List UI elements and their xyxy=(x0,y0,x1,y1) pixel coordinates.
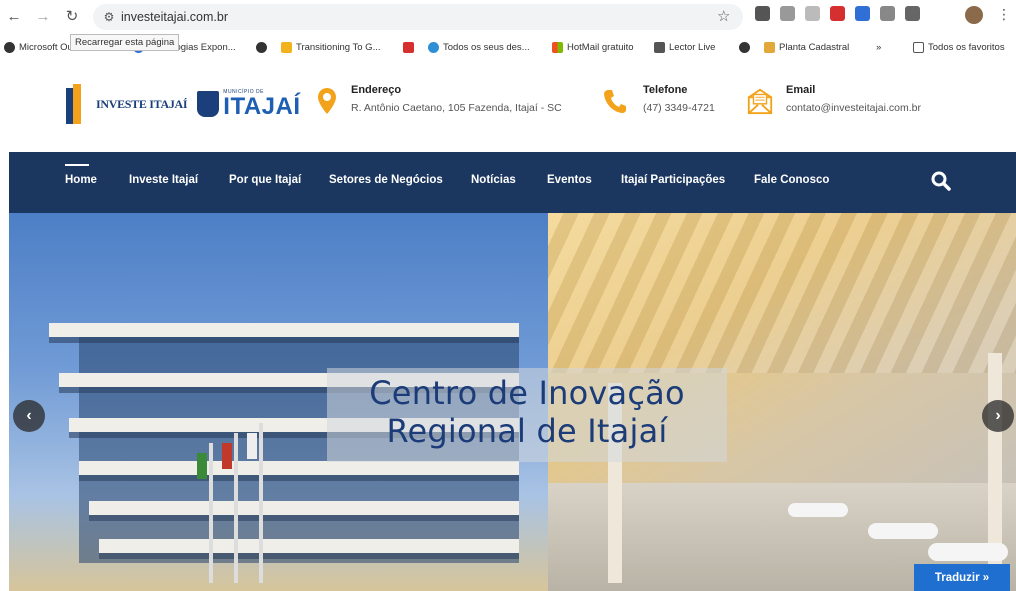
envelope-icon xyxy=(746,84,774,118)
puzzle-icon[interactable] xyxy=(905,6,920,21)
bookmark-item[interactable]: Todos os seus des... xyxy=(428,42,530,53)
phone-title: Telefone xyxy=(643,84,688,96)
nav-noticias[interactable]: Notícias xyxy=(471,174,516,186)
slider-next-button[interactable]: › xyxy=(982,400,1014,432)
bookmark-item[interactable]: Transitioning To G... xyxy=(281,42,380,53)
extension-icon[interactable] xyxy=(755,6,770,21)
nav-por-que-itajai[interactable]: Por que Itajaí xyxy=(229,174,301,186)
bookmark-label: Todos os favoritos xyxy=(928,42,1005,53)
address-value: R. Antônio Caetano, 105 Fazenda, Itajaí … xyxy=(351,102,562,114)
bookmark-label: Todos os seus des... xyxy=(443,42,530,53)
globe-icon xyxy=(739,42,750,53)
main-navigation: Home Investe Itajaí Por que Itajaí Setor… xyxy=(9,152,1016,213)
back-icon[interactable]: ← xyxy=(3,5,25,27)
extension-icon[interactable] xyxy=(855,6,870,21)
bookmark-item[interactable]: Planta Cadastral xyxy=(764,42,849,53)
app-icon xyxy=(764,42,775,53)
kebab-menu-icon[interactable]: ⋮ xyxy=(997,6,1011,23)
site-info-icon[interactable]: ⚙ xyxy=(101,9,117,25)
map-pin-icon xyxy=(313,84,341,118)
extension-icon[interactable] xyxy=(880,6,895,21)
city-crest-icon xyxy=(197,91,220,117)
site-header: INVESTE ITAJAÍ MUNICÍPIO DE ITAJAÍ Ender… xyxy=(0,64,1016,152)
logo-mark-icon xyxy=(66,84,82,124)
active-indicator xyxy=(65,164,89,166)
bookmark-label: HotMail gratuito xyxy=(567,42,634,53)
address-info: Endereço R. Antônio Caetano, 105 Fazenda… xyxy=(313,84,562,118)
globe-icon xyxy=(4,42,15,53)
globe-icon xyxy=(428,42,439,53)
reload-icon[interactable]: ↻ xyxy=(61,5,83,27)
hero-caption-line2: Regional de Itajaí xyxy=(386,412,668,450)
more-bookmarks-label: » xyxy=(876,42,882,53)
forward-icon[interactable]: → xyxy=(32,5,54,27)
app-icon xyxy=(654,42,665,53)
site-logo[interactable]: INVESTE ITAJAÍ MUNICÍPIO DE ITAJAÍ xyxy=(66,84,301,124)
extension-icon[interactable] xyxy=(780,6,795,21)
bookmark-item[interactable]: HotMail gratuito xyxy=(552,42,634,53)
extension-icon[interactable] xyxy=(805,6,820,21)
nav-investe-itajai[interactable]: Investe Itajaí xyxy=(129,174,198,186)
address-bar[interactable]: ⚙ investeitajai.com.br ☆ xyxy=(93,4,743,30)
browser-toolbar: ← → ↻ ⚙ investeitajai.com.br ☆ ⋮ xyxy=(0,0,1016,32)
nav-home[interactable]: Home xyxy=(65,174,97,186)
hero-caption: Centro de Inovação Regional de Itajaí xyxy=(327,368,727,462)
hero-caption-line1: Centro de Inovação xyxy=(369,374,685,412)
all-favorites-folder[interactable]: Todos os favoritos xyxy=(913,42,1005,53)
chevron-right-icon: › xyxy=(995,407,1001,424)
more-bookmarks-button[interactable]: » xyxy=(876,42,881,53)
nav-fale-conosco[interactable]: Fale Conosco xyxy=(754,174,829,186)
nav-setores-de-negocios[interactable]: Setores de Negócios xyxy=(329,174,443,186)
url-text[interactable]: investeitajai.com.br xyxy=(121,10,228,24)
city-name: ITAJAÍ xyxy=(223,93,301,120)
phone-info: Telefone (47) 3349-4721 xyxy=(601,84,715,118)
search-icon[interactable] xyxy=(930,170,952,192)
bookmark-item[interactable]: Lector Live xyxy=(654,42,715,53)
microsoft-icon xyxy=(552,42,563,53)
bookmark-item[interactable] xyxy=(256,42,271,53)
extensions-area xyxy=(755,6,920,21)
folder-icon xyxy=(913,42,924,53)
chevron-left-icon: ‹ xyxy=(26,407,32,424)
profile-avatar[interactable] xyxy=(965,6,983,24)
slider-prev-button[interactable]: ‹ xyxy=(13,400,45,432)
extension-icon[interactable] xyxy=(830,6,845,21)
hero-slider: Centro de Inovação Regional de Itajaí ‹ … xyxy=(9,213,1016,591)
bookmark-item[interactable] xyxy=(403,42,418,53)
reload-tooltip: Recarregar esta página xyxy=(70,34,180,51)
bookmark-item[interactable] xyxy=(739,42,754,53)
translate-button[interactable]: Traduzir » xyxy=(914,564,1010,591)
bookmark-label: Planta Cadastral xyxy=(779,42,850,53)
email-value[interactable]: contato@investeitajai.com.br xyxy=(786,102,921,114)
nav-eventos[interactable]: Eventos xyxy=(547,174,592,186)
address-title: Endereço xyxy=(351,84,402,96)
phone-value: (47) 3349-4721 xyxy=(643,102,715,114)
bookmark-label: Lector Live xyxy=(669,42,716,53)
globe-icon xyxy=(256,42,267,53)
phone-icon xyxy=(601,84,629,118)
nav-itajai-participacoes[interactable]: Itajaí Participações xyxy=(621,174,725,186)
bookmark-label: Transitioning To G... xyxy=(296,42,381,53)
drive-icon xyxy=(281,42,292,53)
email-title: Email xyxy=(786,84,816,96)
email-info: Email contato@investeitajai.com.br xyxy=(746,84,921,118)
app-icon xyxy=(403,42,414,53)
bookmark-star-icon[interactable]: ☆ xyxy=(717,7,730,25)
logo-text: INVESTE ITAJAÍ xyxy=(96,96,188,111)
